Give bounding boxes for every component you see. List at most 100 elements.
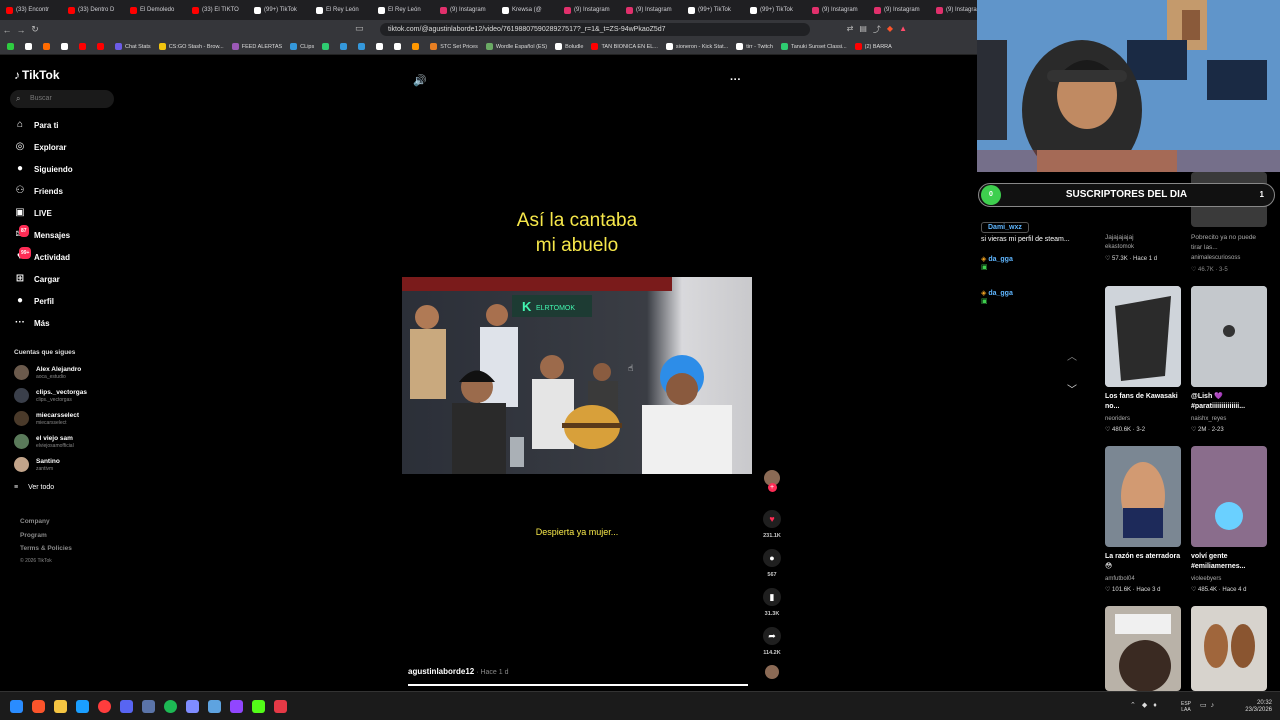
see-all-link[interactable]: ≡ Ver todo	[14, 484, 54, 491]
spotify-icon[interactable]	[164, 700, 177, 713]
kick-icon[interactable]	[252, 700, 265, 713]
more-options-icon[interactable]: ···	[730, 74, 741, 86]
related-video-thumb[interactable]	[1105, 606, 1181, 691]
bookmark-item[interactable]: sioneron - Kick Stat...	[663, 43, 731, 50]
bookmark-item[interactable]: Tanuki Sunset Classi...	[778, 43, 850, 50]
forward-icon[interactable]: →	[14, 25, 28, 35]
related-user[interactable]: amfutbol04	[1105, 576, 1135, 582]
save-button[interactable]: ▮ 31.3K	[760, 588, 784, 617]
related-caption[interactable]: @Lish 💜 #paratiiiiiiiiiiiiii...	[1191, 392, 1267, 412]
bookmark-item[interactable]	[58, 43, 74, 50]
bookmark-item[interactable]	[373, 43, 389, 50]
browser-tab[interactable]: (99+) TikTok	[744, 0, 806, 20]
app-icon[interactable]	[208, 700, 221, 713]
sidebar-item-compass[interactable]: ◎ Explorar	[14, 140, 67, 154]
bookmark-item[interactable]: tirr - Twitch	[733, 43, 776, 50]
browser-tab[interactable]: (9) Instagram	[558, 0, 620, 20]
video-progress-bar[interactable]	[408, 684, 748, 686]
bookmark-icon[interactable]: ▭	[355, 23, 364, 34]
bookmark-item[interactable]: Boludle	[552, 43, 586, 50]
footer-link-program[interactable]: Program	[20, 532, 47, 539]
brave-browser-icon[interactable]	[32, 700, 45, 713]
browser-tab[interactable]: (9) Instagram	[930, 0, 977, 20]
music-disc[interactable]	[760, 665, 784, 679]
related-user[interactable]: ekastomok	[1105, 244, 1134, 250]
browser-tab[interactable]: El Rey León	[372, 0, 434, 20]
bookmark-item[interactable]	[391, 43, 407, 50]
sidebar-item-home[interactable]: ⌂ Para ti	[14, 118, 59, 132]
obs-icon[interactable]	[98, 700, 111, 713]
sidebar-item-more[interactable]: ··· Más	[14, 316, 50, 330]
video-author[interactable]: agustinlaborde12 · Hace 1 d	[408, 667, 509, 676]
network-volume-icons[interactable]: ▭♪	[1200, 701, 1218, 709]
sidebar-item-upload[interactable]: ⊞ Cargar	[14, 272, 60, 286]
bookmark-item[interactable]: STC Set Prices	[427, 43, 481, 50]
browser-tab[interactable]: Krewsa (@	[496, 0, 558, 20]
bookmark-item[interactable]: Chat Stats	[112, 43, 154, 50]
bookmark-item[interactable]: TAN BIONICA EN EL...	[588, 43, 660, 50]
brave-shield-icon[interactable]: ◆	[887, 24, 893, 35]
scroll-down-icon[interactable]: ﹀	[1062, 381, 1082, 401]
followed-account[interactable]: Santino zantivm	[14, 457, 60, 472]
address-bar[interactable]: tiktok.com/@agustinlaborde12/video/76198…	[380, 23, 810, 36]
browser-tab[interactable]: (33) Dentro D	[62, 0, 124, 20]
reload-icon[interactable]: ↻	[28, 24, 42, 35]
app-icon[interactable]	[274, 700, 287, 713]
bookmark-item[interactable]	[4, 43, 20, 50]
followed-account[interactable]: miecarsselect miecarsselect	[14, 411, 79, 426]
related-caption[interactable]: volví gente #emiliamernes...	[1191, 552, 1267, 572]
sidebar-item-live[interactable]: ▣ LIVE	[14, 206, 52, 220]
browser-tab[interactable]: (9) Instagram	[806, 0, 868, 20]
browser-tab[interactable]: (99+) TikTok	[682, 0, 744, 20]
related-caption[interactable]: La razón es aterradora 😳	[1105, 552, 1181, 572]
sidebar-item-profile[interactable]: ● Perfil	[14, 294, 54, 308]
like-button[interactable]: ♥ 231.1K	[760, 510, 784, 539]
related-caption[interactable]: Pobrecito ya no puede tirar las...	[1191, 233, 1265, 253]
related-user[interactable]: neoriders	[1105, 416, 1130, 422]
related-user[interactable]: violeebyers	[1191, 576, 1221, 582]
bookmark-item[interactable]	[94, 43, 110, 50]
browser-tab[interactable]: (9) Instagram	[868, 0, 930, 20]
steam-icon[interactable]	[76, 700, 89, 713]
share-icon[interactable]: ⤴	[873, 24, 881, 35]
bookmark-item[interactable]	[355, 43, 371, 50]
follow-plus-icon[interactable]: +	[767, 483, 777, 492]
translate-icon[interactable]: ⇄	[847, 24, 854, 35]
footer-link-terms[interactable]: Terms & Policies	[20, 545, 72, 552]
comment-button[interactable]: ● 567	[760, 549, 784, 578]
followed-account[interactable]: Alex Alejandro aoca_estudio	[14, 365, 81, 380]
sidebar-item-friends[interactable]: ⚇ Friends	[14, 184, 63, 198]
followed-account[interactable]: clips._vectorgas clips._vectorgas	[14, 388, 87, 403]
cast-icon[interactable]: ▤	[859, 24, 867, 35]
app-icon[interactable]	[142, 700, 155, 713]
bookmark-item[interactable]: CLips	[287, 43, 317, 50]
creator-avatar[interactable]: +	[760, 470, 784, 492]
discord-icon[interactable]	[120, 700, 133, 713]
related-caption[interactable]: Los fans de Kawasaki no...	[1105, 392, 1181, 412]
twitch-icon[interactable]	[230, 700, 243, 713]
sidebar-item-messages[interactable]: ✉87 Mensajes	[14, 225, 70, 242]
browser-tab[interactable]: El Rey León	[310, 0, 372, 20]
followed-account[interactable]: el viejo sam elviejosamofficial	[14, 434, 74, 449]
bookmark-item[interactable]: Wordle Español (ES)	[483, 43, 550, 50]
browser-tab[interactable]: (33) Encontr	[0, 0, 62, 20]
bookmark-item[interactable]: (2) BARRA	[852, 43, 895, 50]
app-icon[interactable]	[186, 700, 199, 713]
related-video-thumb[interactable]	[1105, 446, 1181, 547]
windows-start-icon[interactable]	[10, 700, 23, 713]
related-video-thumb[interactable]	[1191, 606, 1267, 691]
related-user[interactable]: animalescuriososs	[1191, 255, 1240, 261]
bookmark-item[interactable]	[337, 43, 353, 50]
bookmark-item[interactable]	[76, 43, 92, 50]
browser-tab[interactable]: (9) Instagram	[620, 0, 682, 20]
bookmark-item[interactable]	[409, 43, 425, 50]
share-button[interactable]: ➦ 114.2K	[760, 627, 784, 656]
back-icon[interactable]: ←	[0, 25, 14, 35]
sidebar-item-activity[interactable]: ♥99+Actividad	[14, 247, 70, 264]
bookmark-item[interactable]	[22, 43, 38, 50]
related-user[interactable]: naishx_reyes	[1191, 416, 1226, 422]
footer-link-company[interactable]: Company	[20, 518, 50, 525]
bookmark-item[interactable]	[319, 43, 335, 50]
rewards-icon[interactable]: ▲	[899, 24, 907, 35]
browser-tab[interactable]: (99+) TikTok	[248, 0, 310, 20]
